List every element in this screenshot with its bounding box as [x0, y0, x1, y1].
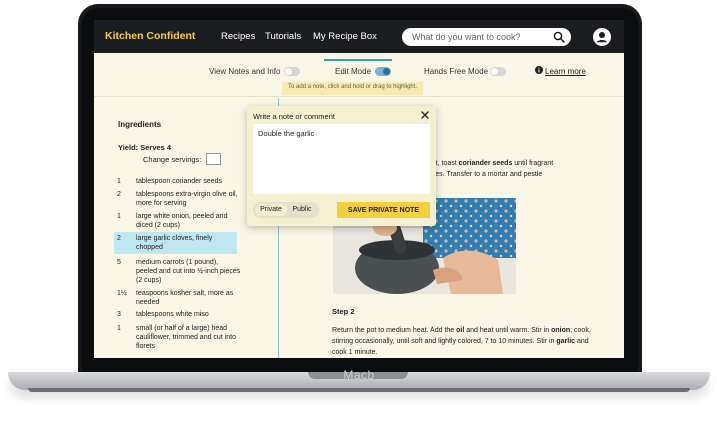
laptop-brand: Macb: [343, 368, 375, 382]
site-logo[interactable]: Kitchen Confident: [105, 30, 195, 42]
note-popup: Write a note or comment Double the garli…: [247, 106, 436, 226]
ingredient-qty: 1½: [117, 290, 127, 297]
step2-ingredient-garlic: garlic: [556, 338, 576, 345]
ingredient-item[interactable]: 5 medium carrots (1 pound), peeled and c…: [114, 256, 244, 287]
ingredient-item[interactable]: 2 tablespoons extra-virgin olive oil, mo…: [114, 188, 244, 210]
ingredient-item[interactable]: 1 small (or half of a large) head caulif…: [114, 322, 244, 353]
search-icon[interactable]: [553, 31, 565, 43]
ingredient-qty: 1: [117, 325, 121, 332]
step1-text-part: until fragrant: [512, 160, 554, 167]
close-icon[interactable]: [420, 110, 430, 120]
ingredient-qty: 3: [117, 311, 121, 318]
ingredient-text: tablespoons white miso: [136, 311, 209, 318]
ingredients-title: Ingredients: [118, 120, 162, 129]
ingredient-text: tablespoons extra-virgin olive oil, more…: [136, 191, 238, 207]
recipe-toolbar: View Notes and Info Edit Mode Hands Free…: [94, 53, 624, 97]
step1-text: heat, toast coriander seeds until fragra…: [424, 158, 564, 180]
edit-mode-label: Edit Mode: [335, 67, 372, 76]
change-servings-label: Change servings:: [143, 155, 202, 164]
ingredient-text: teaspoons kosher salt, more as needed: [136, 290, 234, 306]
edit-mode-indicator: [324, 59, 392, 61]
search-input[interactable]: [402, 28, 547, 46]
step2-title: Step 2: [332, 307, 355, 316]
ingredient-qty: 1: [117, 213, 121, 220]
step2-text-part: and heat until warm. Stir in: [464, 327, 552, 334]
yield-text: Yield: Serves 4: [118, 143, 172, 152]
ingredient-item[interactable]: 1 tablespoon coriander seeds: [114, 175, 244, 188]
ingredient-qty: 5: [117, 259, 121, 266]
step1-text-part: inutes. Transfer to a mortar and pestle: [424, 171, 543, 178]
ingredient-text: tablespoon coriander seeds: [136, 178, 223, 185]
ingredient-text: large white onion, peeled and diced (2 c…: [136, 213, 228, 229]
nav-link-my-recipe-box[interactable]: My Recipe Box: [313, 31, 377, 42]
edit-hint: To add a note, click and hold or drag to…: [282, 82, 424, 95]
ingredient-qty: 2: [117, 235, 121, 242]
nav-link-recipes[interactable]: Recipes: [221, 31, 255, 42]
step2-text: Return the pot to medium heat. Add the o…: [332, 325, 602, 358]
info-icon: [535, 66, 543, 74]
laptop-foot: [28, 388, 690, 392]
hands-free-label: Hands Free Mode: [424, 67, 489, 76]
edit-mode-toggle[interactable]: [375, 67, 391, 76]
step2-text-part: Return the pot to medium heat. Add the: [332, 327, 457, 334]
top-nav: Kitchen Confident Recipes Tutorials My R…: [94, 20, 624, 53]
note-visibility-toggle: Private Public: [253, 202, 319, 218]
hands-free-toggle[interactable]: [490, 67, 506, 76]
ingredient-text: small (or half of a large) head cauliflo…: [136, 325, 236, 350]
ingredient-item[interactable]: 3 tablespoons white miso: [114, 308, 244, 321]
screen: Kitchen Confident Recipes Tutorials My R…: [94, 20, 624, 358]
public-option[interactable]: Public: [287, 204, 317, 216]
laptop-stage: Macb Kitchen Confident Recipes Tutorials…: [0, 0, 717, 447]
nav-link-tutorials[interactable]: Tutorials: [265, 31, 301, 42]
save-private-note-button[interactable]: SAVE PRIVATE NOTE: [337, 202, 430, 218]
note-popup-title: Write a note or comment: [253, 112, 335, 121]
ingredient-text: medium carrots (1 pound), peeled and cut…: [136, 259, 241, 284]
ingredient-text: large garlic cloves, finely chopped: [136, 235, 213, 251]
learn-more-link[interactable]: Learn more: [545, 67, 586, 76]
private-option[interactable]: Private: [255, 204, 287, 216]
step2-ingredient-onion: onion: [551, 327, 571, 334]
search-bar: [402, 28, 571, 46]
ingredient-item[interactable]: 1½ teaspoons kosher salt, more as needed: [114, 287, 244, 309]
view-notes-label: View Notes and Info: [209, 67, 281, 76]
step1-ingredient-coriander: coriander seeds: [458, 160, 513, 167]
note-textarea[interactable]: Double the garlic: [253, 124, 430, 194]
servings-input[interactable]: [206, 153, 221, 165]
ingredient-item-highlighted[interactable]: 2 large garlic cloves, finely chopped: [114, 232, 237, 254]
ingredient-qty: 1: [117, 178, 121, 185]
ingredient-qty: 2: [117, 191, 121, 198]
ingredient-item[interactable]: 1 large white onion, peeled and diced (2…: [114, 210, 244, 232]
user-avatar-icon[interactable]: [593, 28, 611, 46]
view-notes-toggle[interactable]: [284, 67, 300, 76]
